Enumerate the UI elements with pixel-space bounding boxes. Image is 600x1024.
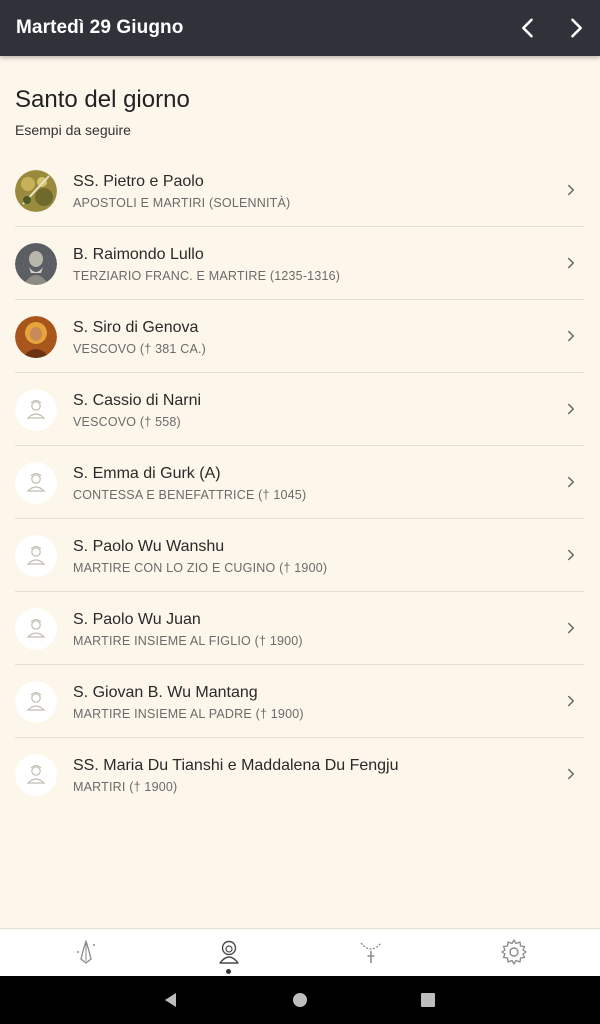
saint-name: S. Siro di Genova bbox=[73, 319, 199, 336]
saint-row[interactable]: S. Paolo Wu Wanshu MARTIRE CON LO ZIO E … bbox=[15, 519, 584, 592]
saint-description: VESCOVO († 381 CA.) bbox=[73, 342, 207, 356]
chevron-left-icon bbox=[522, 18, 533, 38]
saint-name: B. Raimondo Lullo bbox=[73, 246, 204, 263]
system-recents-button[interactable] bbox=[418, 990, 438, 1010]
app-bar: Martedì 29 Giugno bbox=[0, 0, 600, 56]
system-back-button[interactable] bbox=[161, 990, 181, 1010]
saint-name: S. Paolo Wu Wanshu bbox=[73, 538, 225, 555]
active-tab-indicator bbox=[226, 969, 231, 974]
saint-icon bbox=[219, 940, 239, 964]
saint-description: MARTIRE INSIEME AL FIGLIO († 1900) bbox=[73, 634, 303, 648]
tab-prayers[interactable] bbox=[66, 935, 106, 975]
saint-row[interactable]: S. Cassio di Narni VESCOVO († 558) bbox=[15, 373, 584, 446]
back-triangle-icon bbox=[165, 993, 176, 1007]
saint-row[interactable]: S. Emma di Gurk (A) CONTESSA E BENEFATTR… bbox=[15, 446, 584, 519]
saint-row[interactable]: S. Giovan B. Wu Mantang MARTIRE INSIEME … bbox=[15, 665, 584, 738]
saint-placeholder-icon bbox=[15, 754, 57, 796]
saint-name: S. Giovan B. Wu Mantang bbox=[73, 684, 258, 701]
saint-placeholder-icon bbox=[15, 462, 57, 504]
saint-name: S. Emma di Gurk (A) bbox=[73, 465, 221, 482]
page-subtitle: Esempi da seguire bbox=[15, 122, 131, 138]
saint-row[interactable]: S. Paolo Wu Juan MARTIRE INSIEME AL FIGL… bbox=[15, 592, 584, 665]
saint-placeholder-icon bbox=[15, 608, 57, 650]
bottom-navigation bbox=[0, 928, 600, 977]
saint-description: CONTESSA E BENEFATTRICE († 1045) bbox=[73, 488, 307, 502]
saint-row[interactable]: S. Siro di Genova VESCOVO († 381 CA.) bbox=[15, 300, 584, 373]
saint-row[interactable]: SS. Pietro e Paolo APOSTOLI E MARTIRI (S… bbox=[15, 154, 584, 227]
saint-description: TERZIARIO FRANC. E MARTIRE (1235-1316) bbox=[73, 269, 341, 283]
saint-description: MARTIRE INSIEME AL PADRE († 1900) bbox=[73, 707, 304, 721]
saint-row[interactable]: B. Raimondo Lullo TERZIARIO FRANC. E MAR… bbox=[15, 227, 584, 300]
chevron-right-icon bbox=[562, 254, 580, 272]
saints-list: SS. Pietro e Paolo APOSTOLI E MARTIRI (S… bbox=[15, 154, 584, 810]
saint-description: APOSTOLI E MARTIRI (SOLENNITÀ) bbox=[73, 196, 291, 210]
page-title: Santo del giorno bbox=[15, 86, 190, 113]
chevron-right-icon bbox=[562, 546, 580, 564]
chevron-right-icon bbox=[562, 327, 580, 345]
saint-name: SS. Pietro e Paolo bbox=[73, 173, 204, 190]
section-header: Santo del giorno Esempi da seguire bbox=[15, 86, 190, 138]
prayer-hands-icon bbox=[77, 940, 95, 964]
previous-day-button[interactable] bbox=[514, 14, 542, 42]
date-title: Martedì 29 Giugno bbox=[16, 17, 184, 38]
tab-saint-of-day[interactable] bbox=[209, 935, 249, 975]
chevron-right-icon bbox=[562, 765, 580, 783]
saint-placeholder-icon bbox=[15, 535, 57, 577]
saint-avatar bbox=[15, 316, 57, 358]
chevron-right-icon bbox=[562, 400, 580, 418]
recents-square-icon bbox=[421, 993, 435, 1007]
chevron-right-icon bbox=[562, 619, 580, 637]
saint-description: MARTIRE CON LO ZIO E CUGINO († 1900) bbox=[73, 561, 328, 575]
tab-settings[interactable] bbox=[494, 935, 534, 975]
chevron-right-icon bbox=[562, 692, 580, 710]
chevron-right-icon bbox=[571, 18, 582, 38]
system-home-button[interactable] bbox=[290, 990, 310, 1010]
saint-description: VESCOVO († 558) bbox=[73, 415, 181, 429]
saint-name: SS. Maria Du Tianshi e Maddalena Du Feng… bbox=[73, 757, 399, 774]
saint-placeholder-icon bbox=[15, 389, 57, 431]
saint-name: S. Paolo Wu Juan bbox=[73, 611, 201, 628]
saint-row[interactable]: SS. Maria Du Tianshi e Maddalena Du Feng… bbox=[15, 738, 584, 810]
next-day-button[interactable] bbox=[562, 14, 590, 42]
saint-description: MARTIRI († 1900) bbox=[73, 780, 178, 794]
system-navigation-bar bbox=[0, 976, 600, 1024]
chevron-right-icon bbox=[562, 473, 580, 491]
saint-avatar bbox=[15, 170, 57, 212]
saint-placeholder-icon bbox=[15, 681, 57, 723]
settings-gear-icon bbox=[501, 939, 527, 965]
home-circle-icon bbox=[293, 993, 307, 1007]
saint-avatar bbox=[15, 243, 57, 285]
saint-name: S. Cassio di Narni bbox=[73, 392, 202, 409]
chevron-right-icon bbox=[562, 181, 580, 199]
tab-rosary[interactable] bbox=[351, 935, 391, 975]
rosary-icon bbox=[360, 942, 382, 963]
